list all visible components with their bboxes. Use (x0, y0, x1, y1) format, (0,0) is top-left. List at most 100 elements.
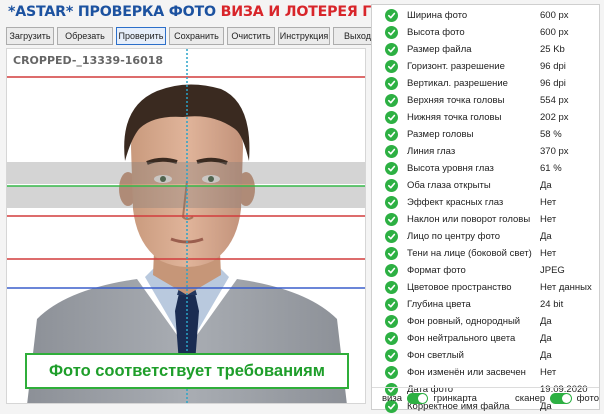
visa-label: виза (382, 393, 402, 404)
check-label: Ширина фото (407, 10, 468, 21)
check-label: Фон нейтрального цвета (407, 333, 516, 344)
check-passed-icon (385, 128, 398, 141)
check-value: 554 px (540, 95, 569, 106)
check-label: Размер файла (407, 44, 472, 55)
check-row: Горизонт. разрешение 96 dpi (372, 58, 601, 75)
check-value: Да (540, 333, 552, 344)
check-row: Ширина фото 600 px (372, 7, 601, 24)
check-row: Лицо по центру фото Да (372, 228, 601, 245)
check-passed-icon (385, 366, 398, 379)
check-passed-icon (385, 26, 398, 39)
check-row: Формат фото JPEG (372, 262, 601, 279)
check-row: Вертикал. разрешение 96 dpi (372, 75, 601, 92)
check-passed-icon (385, 281, 398, 294)
check-row: Фон ровный, однородный Да (372, 313, 601, 330)
check-label: Фон изменён или засвечен (407, 367, 526, 378)
load-button[interactable]: Загрузить (6, 27, 54, 45)
check-passed-icon (385, 196, 398, 209)
check-label: Глубина цвета (407, 299, 471, 310)
check-passed-icon (385, 77, 398, 90)
check-passed-icon (385, 145, 398, 158)
visa-greencard-toggle[interactable] (407, 393, 429, 404)
check-row: Верхняя точка головы 554 px (372, 92, 601, 109)
check-value: 96 dpi (540, 78, 566, 89)
check-passed-icon (385, 298, 398, 311)
check-value: 24 bit (540, 299, 564, 310)
check-passed-icon (385, 264, 398, 277)
check-row: Фон светлый Да (372, 347, 601, 364)
check-value: Нет (540, 248, 557, 259)
app-title-part1: *ASTAR* ПРОВЕРКА ФОТО (8, 4, 216, 20)
check-value: Да (540, 180, 552, 191)
check-button[interactable]: Проверить (116, 27, 166, 45)
check-value: Да (540, 350, 552, 361)
checks-list: Ширина фото 600 px Высота фото 600 px Размер… (372, 7, 601, 414)
check-row: Фон нейтрального цвета Да (372, 330, 601, 347)
check-label: Горизонт. разрешение (407, 61, 505, 72)
scanner-label: сканер (514, 393, 546, 404)
check-passed-icon (385, 213, 398, 226)
check-value: 25 Kb (540, 44, 565, 55)
photo-filename: CROPPED-_13339-16018 (13, 54, 164, 67)
check-label: Тени на лице (боковой свет) (407, 248, 532, 259)
clear-button[interactable]: Очистить (227, 27, 275, 45)
check-row: Фон изменён или засвечен Нет (372, 364, 601, 381)
check-value: 202 px (540, 112, 569, 123)
photo-label: фото (576, 393, 599, 404)
check-value: JPEG (540, 265, 565, 276)
check-passed-icon (385, 349, 398, 362)
check-value: Нет данных (540, 282, 592, 293)
instruction-button[interactable]: Инструкция (278, 27, 330, 45)
check-label: Вертикал. разрешение (407, 78, 508, 89)
check-label: Нижняя точка головы (407, 112, 502, 123)
check-row: Тени на лице (боковой свет) Нет (372, 245, 601, 262)
check-passed-icon (385, 332, 398, 345)
check-label: Формат фото (407, 265, 466, 276)
check-value: 370 px (540, 146, 569, 157)
check-passed-icon (385, 60, 398, 73)
check-value: Да (540, 316, 552, 327)
check-row: Высота фото 600 px (372, 24, 601, 41)
check-label: Линия глаз (407, 146, 456, 157)
crop-button[interactable]: Обрезать (57, 27, 113, 45)
check-passed-icon (385, 9, 398, 22)
toolbar: Загрузить Обрезать Проверить Сохранить О… (6, 27, 382, 45)
status-message: Фото соответствует требованиям (48, 361, 326, 380)
check-label: Фон ровный, однородный (407, 316, 521, 327)
scanner-photo-toggle[interactable] (550, 393, 572, 404)
check-row: Линия глаз 370 px (372, 143, 601, 160)
status-badge: Фото соответствует требованиям (25, 353, 349, 389)
check-row: Наклон или поворот головы Нет (372, 211, 601, 228)
check-label: Высота уровня глаз (407, 163, 494, 174)
check-passed-icon (385, 179, 398, 192)
check-label: Лицо по центру фото (407, 231, 501, 242)
check-passed-icon (385, 247, 398, 260)
check-value: Да (540, 231, 552, 242)
check-row: Размер головы 58 % (372, 126, 601, 143)
check-row: Эффект красных глаз Нет (372, 194, 601, 211)
check-row: Оба глаза открыты Да (372, 177, 601, 194)
save-button[interactable]: Сохранить (169, 27, 224, 45)
photo-area: CROPPED-_13339-16018 Фото соответствует … (6, 48, 366, 404)
check-passed-icon (385, 111, 398, 124)
check-passed-icon (385, 94, 398, 107)
check-passed-icon (385, 162, 398, 175)
check-passed-icon (385, 315, 398, 328)
check-passed-icon (385, 230, 398, 243)
check-label: Эффект красных глаз (407, 197, 504, 208)
check-value: 600 px (540, 27, 569, 38)
check-value: 61 % (540, 163, 562, 174)
check-row: Нижняя точка головы 202 px (372, 109, 601, 126)
check-label: Высота фото (407, 27, 465, 38)
results-panel: Ширина фото 600 px Высота фото 600 px Размер… (371, 4, 600, 413)
check-row: Глубина цвета 24 bit (372, 296, 601, 313)
check-value: 96 dpi (540, 61, 566, 72)
check-value: 600 px (540, 10, 569, 21)
check-label: Наклон или поворот головы (407, 214, 531, 225)
check-value: Нет (540, 214, 557, 225)
check-value: Нет (540, 197, 557, 208)
portrait-photo (7, 49, 365, 403)
check-label: Верхняя точка головы (407, 95, 505, 106)
check-row: Цветовое пространство Нет данных (372, 279, 601, 296)
check-value: 58 % (540, 129, 562, 140)
